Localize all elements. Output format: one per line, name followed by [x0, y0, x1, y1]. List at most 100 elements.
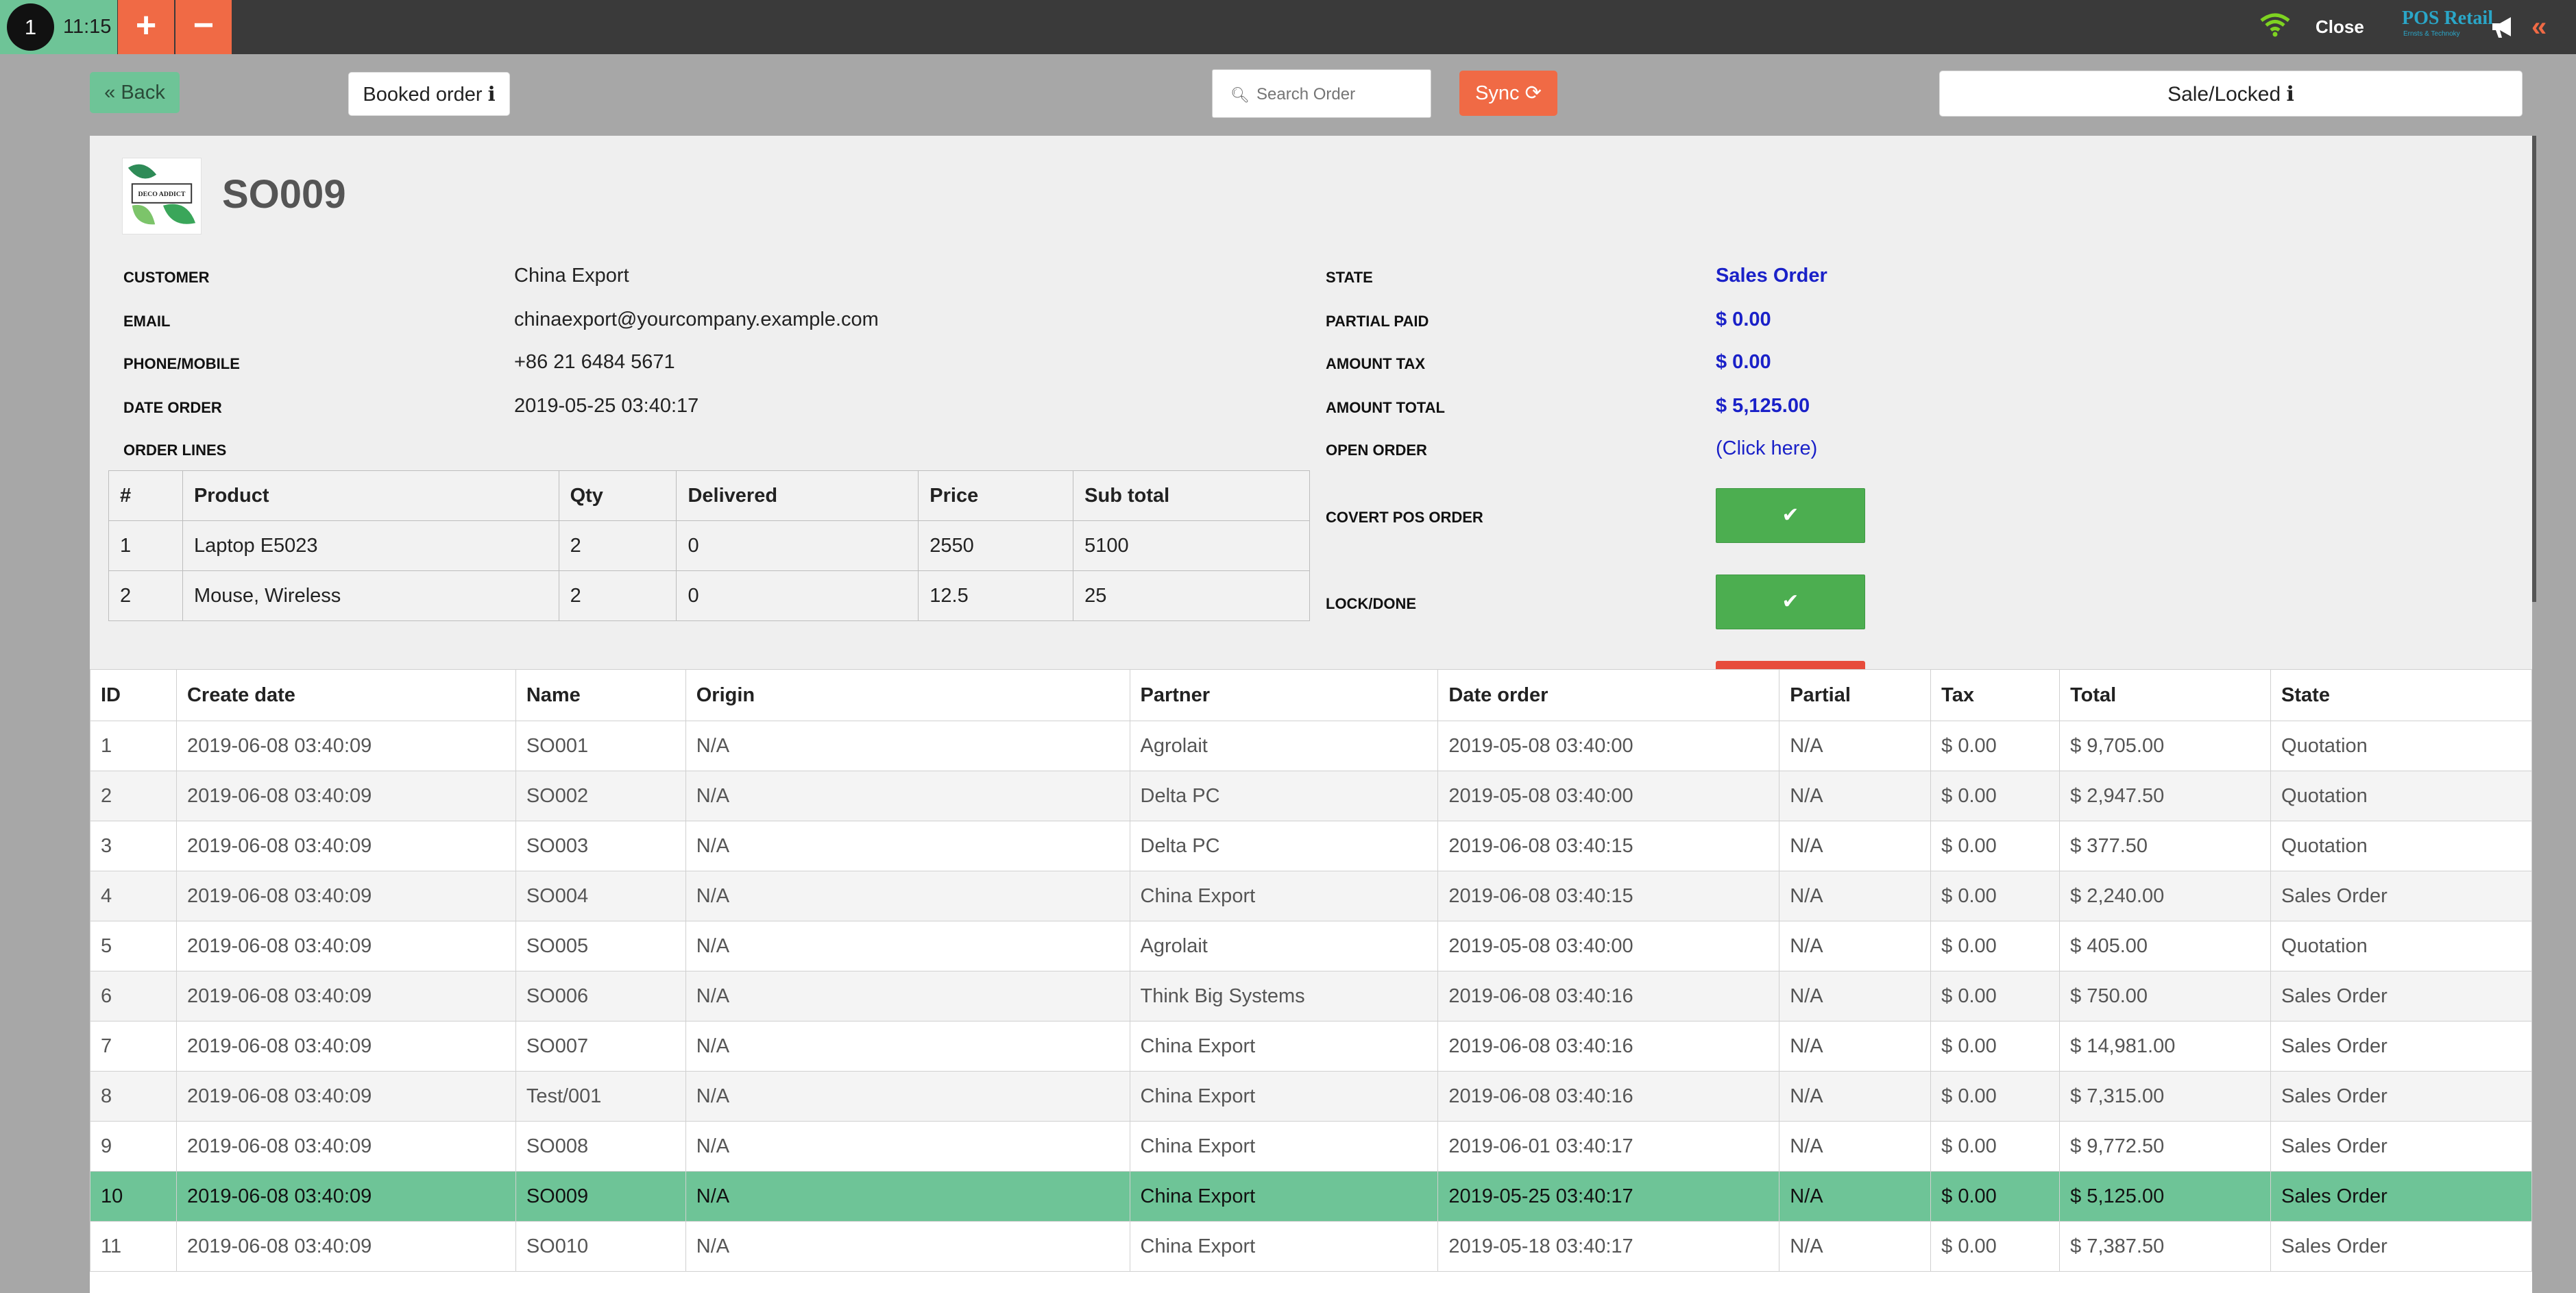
booked-order-button[interactable]: Booked order ℹ — [348, 72, 510, 116]
column-header-total[interactable]: Total — [2059, 669, 2272, 721]
column-header-tax[interactable]: Tax — [1930, 669, 2061, 721]
table-cell-id: 7 — [90, 1021, 177, 1072]
column-header-date-order[interactable]: Date order — [1437, 669, 1780, 721]
table-cell-create-date: 2019-06-08 03:40:09 — [175, 921, 516, 971]
back-button[interactable]: « Back — [90, 72, 180, 113]
date-order-label: DATE ORDER — [123, 399, 222, 416]
open-order-link[interactable]: (Click here) — [1716, 437, 1817, 460]
table-cell-partner: Delta PC — [1129, 771, 1439, 821]
table-cell-partial: N/A — [1779, 721, 1932, 771]
column-header-origin[interactable]: Origin — [685, 669, 1130, 721]
table-cell-partner: Delta PC — [1129, 821, 1439, 871]
state-label: STATE — [1326, 269, 1373, 286]
column-header-create-date[interactable]: Create date — [175, 669, 516, 721]
table-cell-state: Quotation — [2270, 821, 2532, 871]
table-cell-date-order: 2019-06-08 03:40:15 — [1437, 821, 1780, 871]
table-cell-name: SO003 — [515, 821, 686, 871]
table-row[interactable]: 9 2019-06-08 03:40:09 SO008 N/A China Export… — [90, 1121, 2532, 1172]
table-cell-state: Quotation — [2270, 921, 2532, 971]
table-cell-date-order: 2019-06-01 03:40:17 — [1437, 1121, 1780, 1172]
table-cell-state: Sales Order — [2270, 871, 2532, 921]
table-cell-origin: N/A — [685, 871, 1130, 921]
table-cell-partner: China Export — [1129, 1071, 1439, 1122]
column-header-name[interactable]: Name — [515, 669, 686, 721]
table-cell-partner: Agrolait — [1129, 721, 1439, 771]
sale-locked-button[interactable]: Sale/Locked ℹ — [1939, 71, 2523, 117]
order-line-cell: 2550 — [918, 520, 1074, 571]
table-cell-create-date: 2019-06-08 03:40:09 — [175, 1021, 516, 1072]
table-cell-date-order: 2019-05-18 03:40:17 — [1437, 1221, 1780, 1272]
table-cell-create-date: 2019-06-08 03:40:09 — [175, 1171, 516, 1222]
table-cell-date-order: 2019-06-08 03:40:16 — [1437, 1071, 1780, 1122]
lock-done-button[interactable]: ✔ — [1716, 575, 1865, 629]
table-cell-tax: $ 0.00 — [1930, 721, 2061, 771]
table-cell-total: $ 7,315.00 — [2059, 1071, 2272, 1122]
order-line-cell: 5100 — [1073, 520, 1310, 571]
email-value: chinaexport@yourcompany.example.com — [514, 309, 879, 330]
order-tab[interactable]: 1 11:15 — [0, 0, 117, 54]
column-header-partner[interactable]: Partner — [1129, 669, 1439, 721]
table-row[interactable]: 8 2019-06-08 03:40:09 Test/001 N/A China Exp… — [90, 1071, 2532, 1122]
table-cell-partial: N/A — [1779, 1071, 1932, 1122]
table-cell-id: 6 — [90, 971, 177, 1022]
table-cell-partial: N/A — [1779, 1021, 1932, 1072]
table-cell-date-order: 2019-05-08 03:40:00 — [1437, 771, 1780, 821]
table-cell-state: Sales Order — [2270, 1121, 2532, 1172]
table-cell-total: $ 5,125.00 — [2059, 1171, 2272, 1222]
table-row[interactable]: 6 2019-06-08 03:40:09 SO006 N/A Think Big Sy… — [90, 971, 2532, 1022]
table-cell-state: Sales Order — [2270, 1221, 2532, 1272]
table-row[interactable]: 5 2019-06-08 03:40:09 SO005 N/A Agrolait 2019… — [90, 921, 2532, 971]
table-cell-name: SO007 — [515, 1021, 686, 1072]
table-cell-tax: $ 0.00 — [1930, 871, 2061, 921]
table-cell-state: Sales Order — [2270, 1071, 2532, 1122]
table-row-selected[interactable]: 10 2019-06-08 03:40:09 SO009 N/A China Expor… — [90, 1171, 2532, 1222]
table-row[interactable]: 2 2019-06-08 03:40:09 SO002 N/A Delta PC 2019… — [90, 771, 2532, 821]
order-line-cell: 25 — [1073, 570, 1310, 621]
table-row[interactable]: 3 2019-06-08 03:40:09 SO003 N/A Delta PC 2019… — [90, 821, 2532, 871]
table-row[interactable]: 1 2019-06-08 03:40:09 SO001 N/A Agrolait 2019… — [90, 721, 2532, 771]
table-cell-id: 3 — [90, 821, 177, 871]
table-cell-tax: $ 0.00 — [1930, 1071, 2061, 1122]
table-cell-tax: $ 0.00 — [1930, 921, 2061, 971]
table-cell-create-date: 2019-06-08 03:40:09 — [175, 871, 516, 921]
order-number-badge: 1 — [7, 3, 54, 51]
column-header-id[interactable]: ID — [90, 669, 177, 721]
table-cell-partial: N/A — [1779, 971, 1932, 1022]
detail-scrollbar[interactable] — [2532, 136, 2536, 602]
table-cell-partial: N/A — [1779, 871, 1932, 921]
order-line-cell: 2 — [558, 520, 677, 571]
table-cell-id: 9 — [90, 1121, 177, 1172]
column-header-state[interactable]: State — [2270, 669, 2532, 721]
pos-retail-logo-subtitle: Ernsts & Technoky — [2403, 30, 2460, 38]
close-button[interactable]: Close — [2316, 0, 2364, 54]
order-lines-header-sub-total: Sub total — [1073, 470, 1310, 521]
table-cell-partner: China Export — [1129, 1171, 1439, 1222]
sync-button[interactable]: Sync ⟳ — [1459, 71, 1557, 116]
table-row[interactable]: 11 2019-06-08 03:40:09 SO010 N/A China Expor… — [90, 1221, 2532, 1272]
table-cell-name: SO009 — [515, 1171, 686, 1222]
table-cell-partner: China Export — [1129, 871, 1439, 921]
table-row[interactable]: 7 2019-06-08 03:40:09 SO007 N/A China Export… — [90, 1021, 2532, 1072]
top-bar: 1 11:15 + − Close POS Retail Ernsts & Te… — [0, 0, 2576, 54]
table-row[interactable]: 4 2019-06-08 03:40:09 SO004 N/A China Export… — [90, 871, 2532, 921]
check-icon: ✔ — [1782, 504, 1799, 527]
remove-order-button[interactable]: − — [175, 0, 232, 54]
covert-pos-order-button[interactable]: ✔ — [1716, 488, 1865, 543]
order-lines-header-qty: Qty — [558, 470, 677, 521]
table-cell-date-order: 2019-06-08 03:40:16 — [1437, 971, 1780, 1022]
table-cell-id: 2 — [90, 771, 177, 821]
collapse-chevron-icon[interactable]: « — [2531, 0, 2547, 54]
orders-table: ID Create date Name Origin Partner Date order… — [90, 669, 2532, 1272]
table-cell-create-date: 2019-06-08 03:40:09 — [175, 1221, 516, 1272]
table-cell-total: $ 405.00 — [2059, 921, 2272, 971]
table-cell-date-order: 2019-05-08 03:40:00 — [1437, 721, 1780, 771]
column-header-partial[interactable]: Partial — [1779, 669, 1932, 721]
megaphone-icon[interactable] — [2490, 14, 2516, 40]
covert-pos-order-label: COVERT POS ORDER — [1326, 509, 1483, 526]
order-lines-header-num: # — [108, 470, 183, 521]
cancel-order-button[interactable] — [1716, 661, 1865, 669]
add-order-button[interactable]: + — [118, 0, 174, 54]
search-order-input[interactable] — [1255, 70, 1429, 119]
company-logo-text: DECO ADDICT — [138, 191, 186, 198]
order-lines-header-product: Product — [182, 470, 559, 521]
